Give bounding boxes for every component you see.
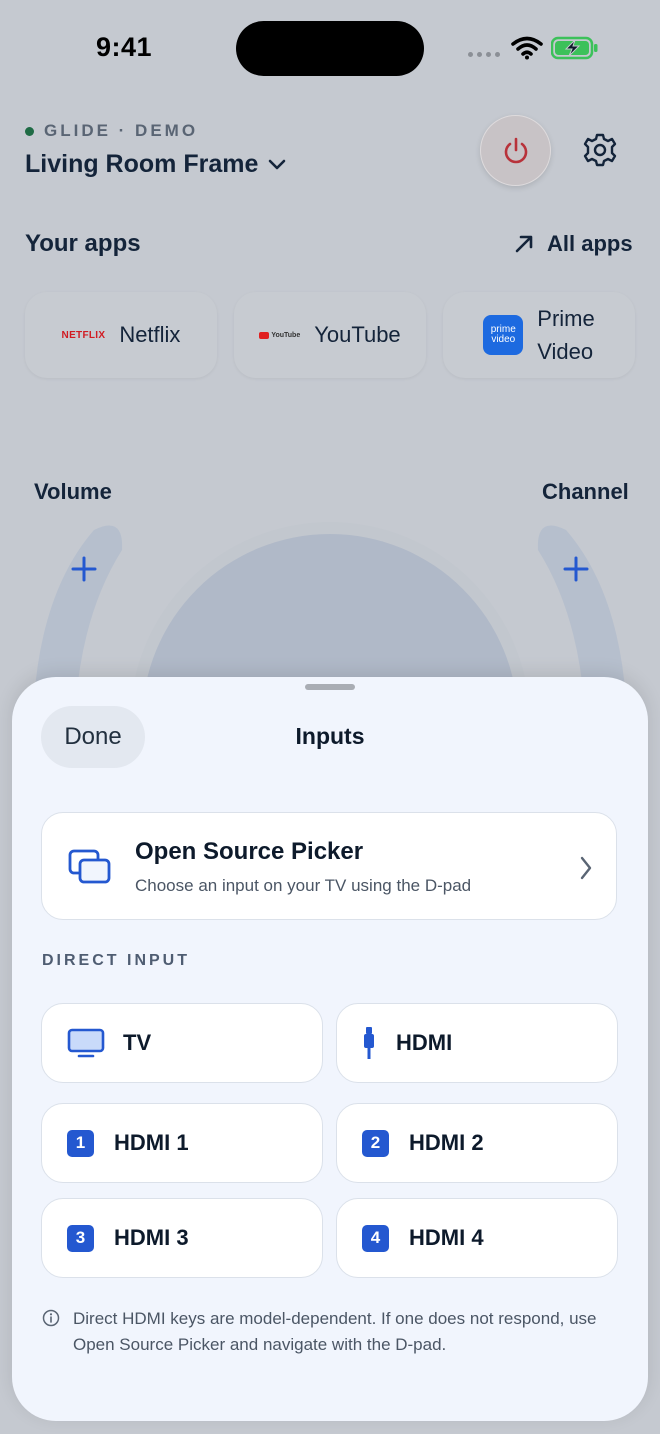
channel-up-icon[interactable] (562, 555, 590, 583)
brand-label: GLIDE · DEMO (44, 121, 199, 140)
settings-button[interactable] (578, 128, 622, 172)
picker-title: Open Source Picker (135, 838, 364, 865)
power-icon (504, 137, 527, 163)
volume-up-icon[interactable] (70, 555, 98, 583)
app-card-youtube[interactable]: YouTube YouTube (234, 292, 426, 378)
all-apps-label: All apps (547, 231, 633, 256)
device-name: Living Room Frame (25, 150, 259, 178)
brand-row: GLIDE · DEMO (25, 121, 198, 141)
arrow-up-right-icon (515, 235, 533, 253)
chevron-down-icon (269, 159, 286, 169)
hdmi-3-badge: 3 (67, 1224, 94, 1252)
sheet-title: Inputs (295, 723, 365, 749)
wifi-icon (511, 36, 543, 60)
input-label: HDMI 1 (114, 1130, 189, 1155)
cellular-signal-icon (468, 52, 500, 57)
apps-section-title: Your apps (25, 230, 141, 257)
tv-icon (67, 1028, 105, 1058)
direct-input-label: DIRECT INPUT (42, 952, 190, 969)
volume-rocker[interactable] (24, 520, 128, 700)
sheet-grabber[interactable] (305, 684, 355, 690)
input-label: TV (123, 1030, 152, 1055)
all-apps-link[interactable]: All apps (513, 231, 633, 257)
chevron-right-icon (580, 856, 592, 880)
netflix-logo: NETFLIX (61, 329, 106, 341)
input-label: HDMI 2 (409, 1130, 484, 1155)
channel-rocker[interactable] (532, 520, 636, 700)
battery-charging-icon (551, 36, 598, 60)
hdmi-1-badge: 1 (67, 1129, 94, 1157)
input-hdmi-1-button[interactable]: 1 HDMI 1 (41, 1103, 323, 1183)
channel-label: Channel (542, 479, 629, 504)
input-hdmi-3-button[interactable]: 3 HDMI 3 (41, 1198, 323, 1278)
device-selector[interactable]: Living Room Frame (25, 150, 286, 179)
app-card-prime-video[interactable]: prime video Prime Video (443, 292, 635, 378)
source-picker-icon (68, 849, 111, 884)
input-label: HDMI (396, 1030, 453, 1055)
input-hdmi-4-button[interactable]: 4 HDMI 4 (336, 1198, 618, 1278)
input-hdmi-button[interactable]: HDMI (336, 1003, 618, 1083)
power-button[interactable] (480, 115, 551, 186)
input-label: HDMI 4 (409, 1225, 484, 1250)
app-label: Prime Video (537, 306, 595, 364)
hdmi-note: Direct HDMI keys are model-dependent. If… (73, 1309, 597, 1354)
hdmi-plug-icon (364, 1027, 374, 1059)
app-label: Netflix (119, 322, 181, 347)
input-tv-button[interactable]: TV (41, 1003, 323, 1083)
hdmi-2-badge: 2 (362, 1129, 389, 1157)
gear-icon (583, 133, 617, 167)
app-card-netflix[interactable]: NETFLIX Netflix (25, 292, 217, 378)
volume-label: Volume (34, 479, 112, 504)
app-label: YouTube (314, 322, 401, 347)
hdmi-4-badge: 4 (362, 1224, 389, 1252)
input-label: HDMI 3 (114, 1225, 189, 1250)
open-source-picker-button[interactable] (41, 812, 617, 920)
status-time: 9:41 (96, 32, 153, 62)
info-icon (42, 1309, 60, 1327)
youtube-logo: YouTube (259, 331, 300, 339)
prime-video-logo: prime video (483, 315, 524, 355)
dynamic-island (236, 21, 424, 76)
input-hdmi-2-button[interactable]: 2 HDMI 2 (336, 1103, 618, 1183)
picker-subtitle: Choose an input on your TV using the D-p… (135, 876, 472, 895)
status-dot (25, 126, 34, 136)
